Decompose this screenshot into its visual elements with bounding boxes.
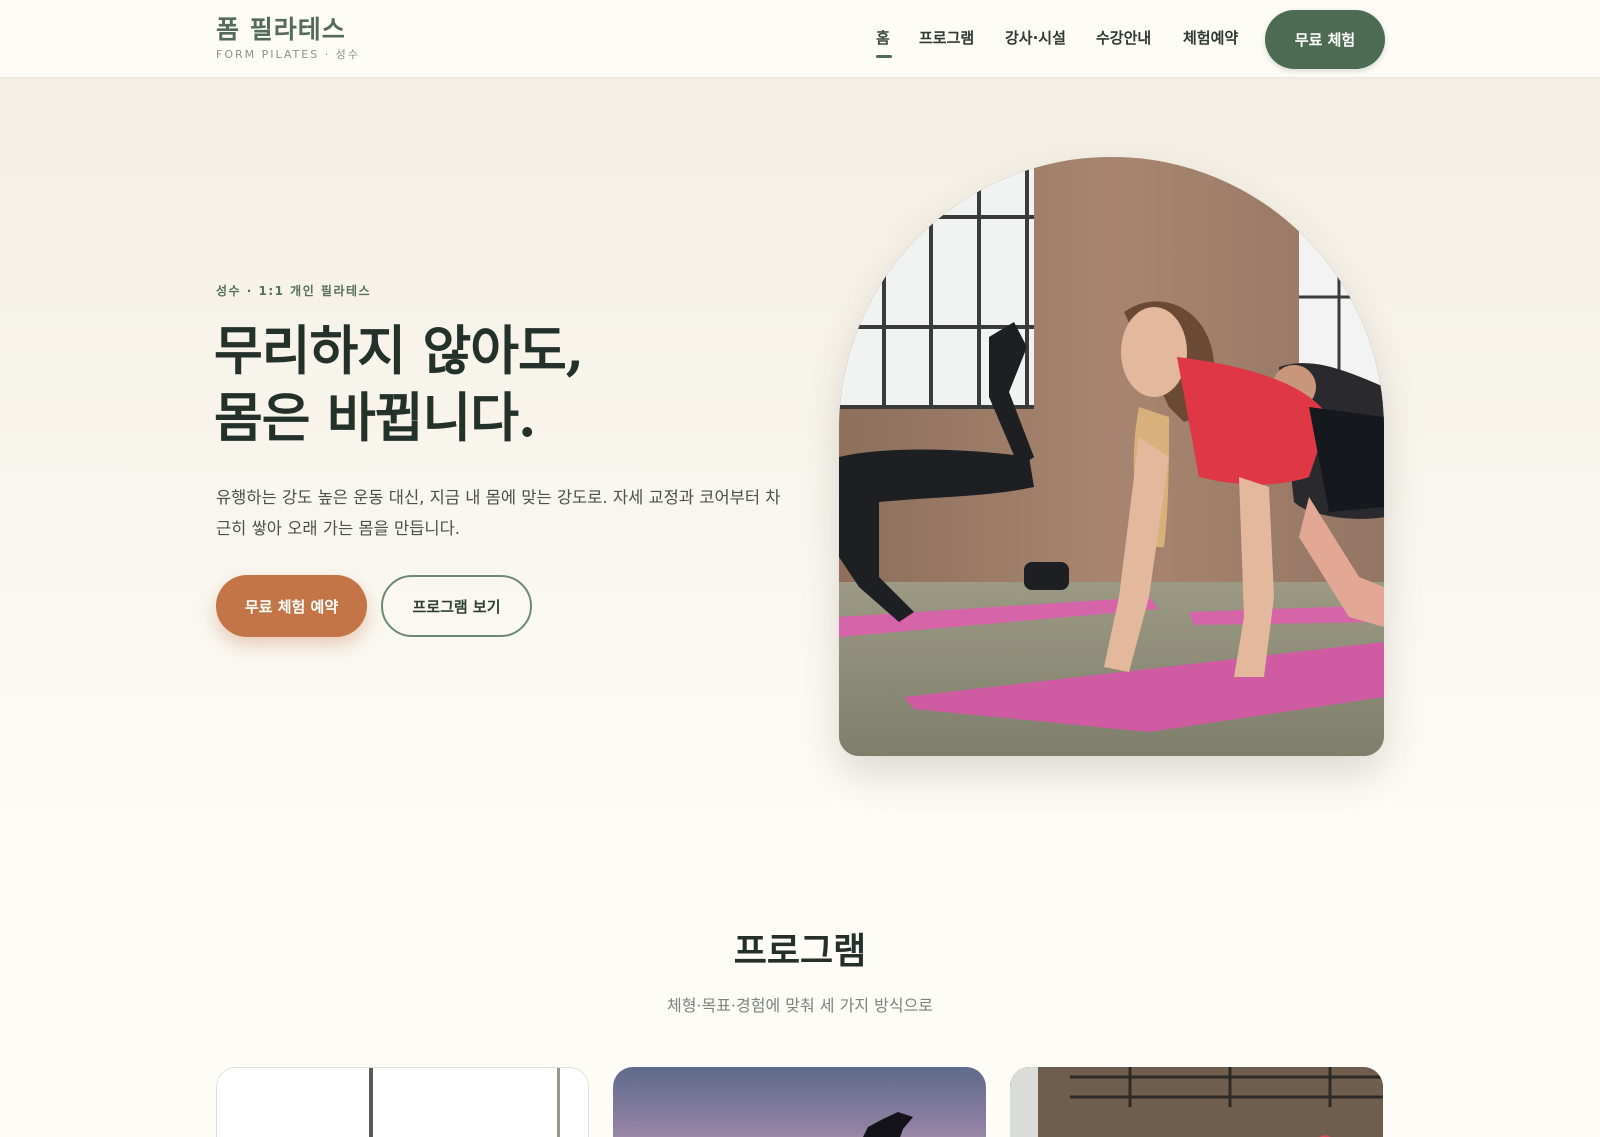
nav-active-indicator <box>876 55 892 58</box>
hero-photo <box>839 157 1384 756</box>
hero-eyebrow: 성수 · 1:1 개인 필라테스 <box>216 284 372 298</box>
hero-title: 무리하지 않아도, 몸은 바뀝니다. <box>214 318 584 452</box>
programs-title: 프로그램 <box>733 930 867 972</box>
hero-title-line-2: 몸은 바뀝니다. <box>214 387 536 449</box>
nav-item-guide[interactable]: 수강안내 <box>1096 27 1151 48</box>
program-card-image <box>217 1068 588 1137</box>
book-free-trial-button[interactable]: 무료 체험 예약 <box>216 575 367 637</box>
view-programs-button[interactable]: 프로그램 보기 <box>381 575 532 637</box>
free-trial-button[interactable]: 무료 체험 <box>1265 10 1385 69</box>
nav-item-instructors[interactable]: 강사·시설 <box>1005 27 1066 48</box>
program-card[interactable] <box>216 1067 589 1137</box>
nav-item-booking[interactable]: 체험예약 <box>1183 27 1238 48</box>
hero-photo-illustration <box>839 157 1384 756</box>
hero-title-line-1: 무리하지 않아도, <box>214 320 584 382</box>
program-card-image <box>1010 1067 1383 1137</box>
program-card-image <box>863 1112 913 1137</box>
nav-item-programs[interactable]: 프로그램 <box>919 27 974 48</box>
nav-item-home[interactable]: 홈 <box>876 27 890 48</box>
programs-subtitle: 체형·목표·경험에 맞춰 세 가지 방식으로 <box>666 996 934 1015</box>
program-card[interactable] <box>613 1067 986 1137</box>
program-card[interactable] <box>1010 1067 1383 1137</box>
hero-description: 유행하는 강도 높은 운동 대신, 지금 내 몸에 맞는 강도로. 자세 교정과… <box>216 488 781 538</box>
site-header: 폼 필라테스 FORM PILATES · 성수 홈 프로그램 강사·시설 수강… <box>0 0 1600 78</box>
